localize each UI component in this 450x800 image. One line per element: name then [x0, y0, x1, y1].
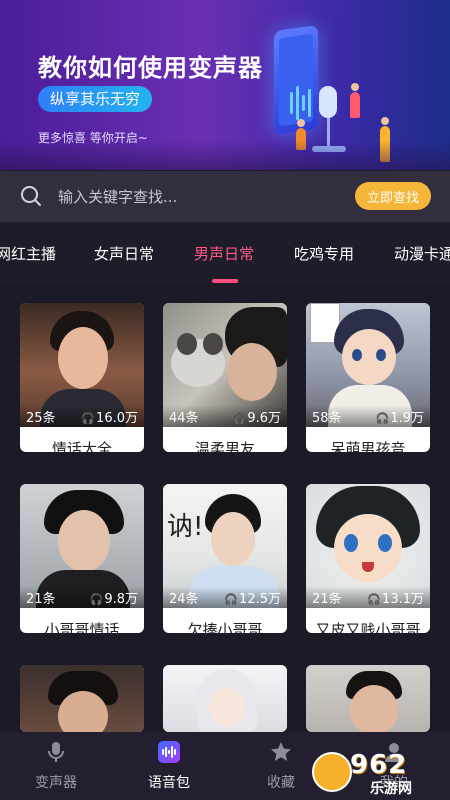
search-bar: 立即查找: [0, 171, 450, 222]
play-count: 🎧1.9万: [375, 411, 424, 426]
voice-pack-card[interactable]: 21条 🎧13.1万 又皮又贱小哥哥: [306, 484, 430, 633]
tab-anime-cartoon[interactable]: 动漫卡通: [394, 243, 450, 264]
watermark-logo-icon: [312, 752, 352, 792]
card-title: 小哥哥情话: [44, 621, 120, 633]
card-title: 欠揍小哥哥: [187, 621, 263, 633]
person-illustration: [380, 117, 390, 162]
person-illustration: [350, 83, 360, 118]
search-input[interactable]: [58, 184, 328, 210]
card-title: 呆萌男孩音: [330, 440, 406, 452]
watermark-text: 962: [350, 750, 408, 780]
category-tabs: 网红主播 女声日常 男声日常 吃鸡专用 动漫卡通: [0, 222, 450, 284]
headphones-icon: 🎧: [232, 412, 247, 425]
headphones-icon: 🎧: [89, 593, 104, 606]
card-title: 情话大全: [51, 440, 112, 452]
sound-wave-bar: [308, 89, 311, 117]
nav-voice-pack[interactable]: 语音包: [124, 732, 214, 800]
voice-pack-card[interactable]: 44条 🎧9.6万 温柔男友: [163, 303, 287, 452]
sound-wave-bar: [296, 86, 299, 120]
search-icon: [21, 186, 41, 206]
clip-count: 24条: [169, 592, 199, 607]
nav-label: 变声器: [35, 775, 77, 791]
card-title: 温柔男友: [194, 440, 255, 452]
play-count: 🎧9.8万: [89, 592, 138, 607]
voice-pack-card[interactable]: [20, 665, 144, 732]
voice-pack-icon: [158, 741, 180, 763]
sound-wave-bar: [302, 95, 305, 111]
headphones-icon: 🎧: [375, 412, 390, 425]
card-thumbnail: [163, 665, 287, 732]
banner-title: 教你如何使用变声器: [38, 54, 263, 82]
play-count: 🎧13.1万: [367, 592, 424, 607]
clip-count: 21条: [26, 592, 56, 607]
banner-subtitle: 更多惊喜 等你开启~: [38, 131, 148, 145]
play-count: 🎧16.0万: [81, 411, 138, 426]
voice-pack-card[interactable]: 25条 🎧16.0万 情话大全: [20, 303, 144, 452]
nav-voice-changer[interactable]: 变声器: [11, 732, 101, 800]
voice-pack-card[interactable]: [163, 665, 287, 732]
card-title: 又皮又贱小哥哥: [315, 621, 421, 633]
tab-male-daily[interactable]: 男声日常: [194, 243, 254, 264]
voice-pack-card[interactable]: 58条 🎧1.9万 呆萌男孩音: [306, 303, 430, 452]
clip-count: 44条: [169, 411, 199, 426]
clip-count: 25条: [26, 411, 56, 426]
mic-base: [312, 146, 346, 152]
active-tab-indicator: [212, 279, 238, 283]
voice-pack-card[interactable]: 讷! 24条 🎧12.5万 欠揍小哥哥: [163, 484, 287, 633]
mic-icon: [48, 742, 64, 762]
banner-tagline: 纵享其乐无穷: [38, 86, 153, 112]
nav-label: 语音包: [148, 775, 190, 791]
mic-stand: [327, 118, 330, 148]
tab-internet-streamer[interactable]: 网红主播: [0, 243, 56, 264]
voice-pack-card[interactable]: 21条 🎧9.8万 小哥哥情话: [20, 484, 144, 633]
star-icon: [271, 742, 291, 761]
tab-female-daily[interactable]: 女声日常: [94, 243, 154, 264]
promo-banner[interactable]: 教你如何使用变声器 纵享其乐无穷 更多惊喜 等你开启~: [0, 0, 450, 170]
play-count: 🎧12.5万: [224, 592, 281, 607]
clip-count: 21条: [312, 592, 342, 607]
headphones-icon: 🎧: [224, 593, 239, 606]
card-thumbnail: [20, 665, 144, 732]
clip-count: 58条: [312, 411, 342, 426]
search-button[interactable]: 立即查找: [355, 182, 431, 210]
microphone-illustration: [319, 86, 337, 118]
card-thumbnail: [306, 665, 430, 732]
voice-pack-card[interactable]: [306, 665, 430, 732]
play-count: 🎧9.6万: [232, 411, 281, 426]
headphones-icon: 🎧: [367, 593, 382, 606]
watermark-subtext: 乐游网: [370, 781, 412, 797]
headphones-icon: 🎧: [81, 412, 96, 425]
tab-pubg-special[interactable]: 吃鸡专用: [294, 243, 354, 264]
site-watermark: 962 乐游网: [312, 748, 444, 797]
person-illustration: [296, 119, 306, 150]
sound-wave-bar: [290, 92, 293, 114]
